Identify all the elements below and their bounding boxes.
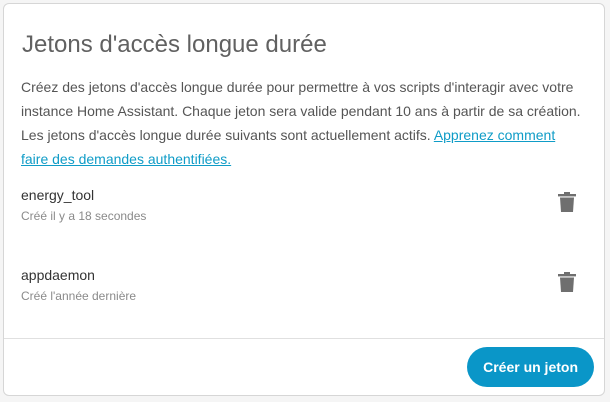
token-name: energy_tool <box>21 187 95 203</box>
long-lived-tokens-card: Jetons d'accès longue durée Créez des je… <box>3 3 605 396</box>
trash-icon <box>558 272 576 292</box>
token-created: Créé l'année dernière <box>21 289 137 303</box>
token-row: energy_tool Créé il y a 18 secondes <box>21 186 591 236</box>
token-created: Créé il y a 18 secondes <box>21 209 147 223</box>
card-description: Créez des jetons d'accès longue durée po… <box>21 75 581 171</box>
trash-icon <box>558 192 576 212</box>
delete-token-button[interactable] <box>553 268 581 296</box>
card-actions-divider <box>4 338 604 339</box>
token-name: appdaemon <box>21 267 95 283</box>
create-token-button[interactable]: Créer un jeton <box>467 347 594 387</box>
delete-token-button[interactable] <box>553 188 581 216</box>
card-title: Jetons d'accès longue durée <box>22 31 327 58</box>
token-row: appdaemon Créé l'année dernière <box>21 266 591 316</box>
